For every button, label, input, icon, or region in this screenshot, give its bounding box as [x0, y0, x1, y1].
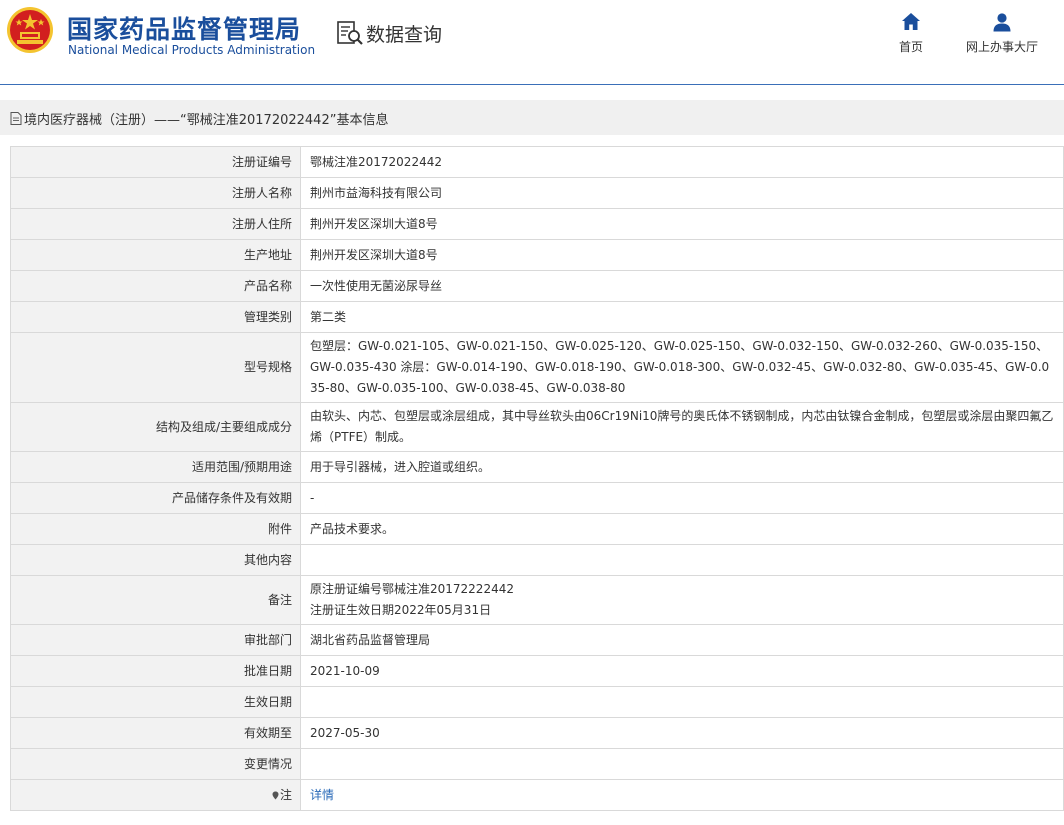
- row-value: 荆州市益海科技有限公司: [300, 177, 1064, 209]
- row-label: 注册人住所: [10, 208, 301, 240]
- table-row: 备注 原注册证编号鄂械注准20172222442 注册证生效日期2022年05月…: [10, 575, 1064, 625]
- document-icon: [10, 112, 22, 125]
- nav-online-service-hall[interactable]: 网上办事大厅: [958, 12, 1046, 55]
- header-divider: [0, 84, 1064, 85]
- table-row: 注 详情: [10, 779, 1064, 811]
- row-value: [300, 544, 1064, 576]
- user-icon: [993, 13, 1011, 32]
- table-row: 其他内容: [10, 544, 1064, 576]
- row-value: 2021-10-09: [300, 655, 1064, 687]
- nav-home[interactable]: 首页: [892, 12, 930, 55]
- row-label-note: 注: [10, 779, 301, 811]
- table-row: 产品名称 一次性使用无菌泌尿导丝: [10, 270, 1064, 302]
- home-icon: [902, 13, 920, 30]
- site-title: 国家药品监督管理局: [67, 15, 302, 44]
- site-subtitle: National Medical Products Administration: [68, 43, 316, 57]
- table-row: 型号规格 包塑层：GW-0.021-105、GW-0.021-150、GW-0.…: [10, 332, 1064, 403]
- site-header: 国家药品监督管理局 National Medical Products Admi…: [0, 0, 1064, 84]
- row-value: 荆州开发区深圳大道8号: [300, 239, 1064, 271]
- row-value: 详情: [300, 779, 1064, 811]
- row-label: 生效日期: [10, 686, 301, 718]
- row-label: 其他内容: [10, 544, 301, 576]
- row-value: 用于导引器械，进入腔道或组织。: [300, 451, 1064, 483]
- row-label: 产品储存条件及有效期: [10, 482, 301, 514]
- row-value: [300, 686, 1064, 718]
- table-row: 适用范围/预期用途 用于导引器械，进入腔道或组织。: [10, 451, 1064, 483]
- row-value: 包塑层：GW-0.021-105、GW-0.021-150、GW-0.025-1…: [300, 332, 1064, 403]
- row-value: [300, 748, 1064, 780]
- table-row: 生产地址 荆州开发区深圳大道8号: [10, 239, 1064, 271]
- remark-line: 注册证生效日期2022年05月31日: [310, 603, 492, 617]
- row-label: 生产地址: [10, 239, 301, 271]
- breadcrumb-text: 境内医疗器械（注册）——“鄂械注准20172022442”基本信息: [24, 113, 389, 128]
- row-label: 批准日期: [10, 655, 301, 687]
- row-value: 原注册证编号鄂械注准20172222442 注册证生效日期2022年05月31日: [300, 575, 1064, 625]
- table-row: 批准日期 2021-10-09: [10, 655, 1064, 687]
- table-row: 变更情况: [10, 748, 1064, 780]
- nav-home-label: 首页: [898, 40, 923, 54]
- row-value: 荆州开发区深圳大道8号: [300, 208, 1064, 240]
- row-value: -: [300, 482, 1064, 514]
- remark-line: 原注册证编号鄂械注准20172222442: [310, 582, 514, 596]
- row-label: 产品名称: [10, 270, 301, 302]
- national-emblem-icon: [7, 7, 53, 53]
- table-row: 审批部门 湖北省药品监督管理局: [10, 624, 1064, 656]
- table-row: 生效日期: [10, 686, 1064, 718]
- row-label: 型号规格: [10, 332, 301, 403]
- table-row: 管理类别 第二类: [10, 301, 1064, 333]
- pin-icon: [272, 791, 279, 799]
- details-link[interactable]: 详情: [310, 788, 334, 802]
- row-value: 湖北省药品监督管理局: [300, 624, 1064, 656]
- row-label: 注册证编号: [10, 146, 301, 178]
- table-row: 注册人名称 荆州市益海科技有限公司: [10, 177, 1064, 209]
- row-label: 管理类别: [10, 301, 301, 333]
- row-label: 有效期至: [10, 717, 301, 749]
- breadcrumb: 境内医疗器械（注册）——“鄂械注准20172022442”基本信息: [10, 109, 388, 128]
- table-row: 注册证编号 鄂械注准20172022442: [10, 146, 1064, 178]
- row-label: 附件: [10, 513, 301, 545]
- row-value: 产品技术要求。: [300, 513, 1064, 545]
- row-value: 第二类: [300, 301, 1064, 333]
- table-row: 结构及组成/主要组成成分 由软头、内芯、包塑层或涂层组成，其中导丝软头由06Cr…: [10, 402, 1064, 452]
- breadcrumb-bar: 境内医疗器械（注册）——“鄂械注准20172022442”基本信息: [0, 100, 1064, 135]
- table-row: 产品储存条件及有效期 -: [10, 482, 1064, 514]
- row-label: 备注: [10, 575, 301, 625]
- row-value: 鄂械注准20172022442: [300, 146, 1064, 178]
- note-label: 注: [279, 787, 292, 802]
- row-label: 注册人名称: [10, 177, 301, 209]
- row-value: 2027-05-30: [300, 717, 1064, 749]
- data-query-link[interactable]: 数据查询: [336, 18, 442, 48]
- table-row: 注册人住所 荆州开发区深圳大道8号: [10, 208, 1064, 240]
- table-row: 附件 产品技术要求。: [10, 513, 1064, 545]
- nav-hall-label: 网上办事大厅: [965, 40, 1038, 54]
- search-document-icon: [337, 21, 363, 45]
- row-label: 适用范围/预期用途: [10, 451, 301, 483]
- row-label: 结构及组成/主要组成成分: [10, 402, 301, 452]
- row-value: 一次性使用无菌泌尿导丝: [300, 270, 1064, 302]
- info-table: 注册证编号 鄂械注准20172022442 注册人名称 荆州市益海科技有限公司 …: [10, 146, 1064, 811]
- row-label: 审批部门: [10, 624, 301, 656]
- table-row: 有效期至 2027-05-30: [10, 717, 1064, 749]
- row-label: 变更情况: [10, 748, 301, 780]
- row-value: 由软头、内芯、包塑层或涂层组成，其中导丝软头由06Cr19Ni10牌号的奥氏体不…: [300, 402, 1064, 452]
- data-query-label: 数据查询: [366, 23, 443, 46]
